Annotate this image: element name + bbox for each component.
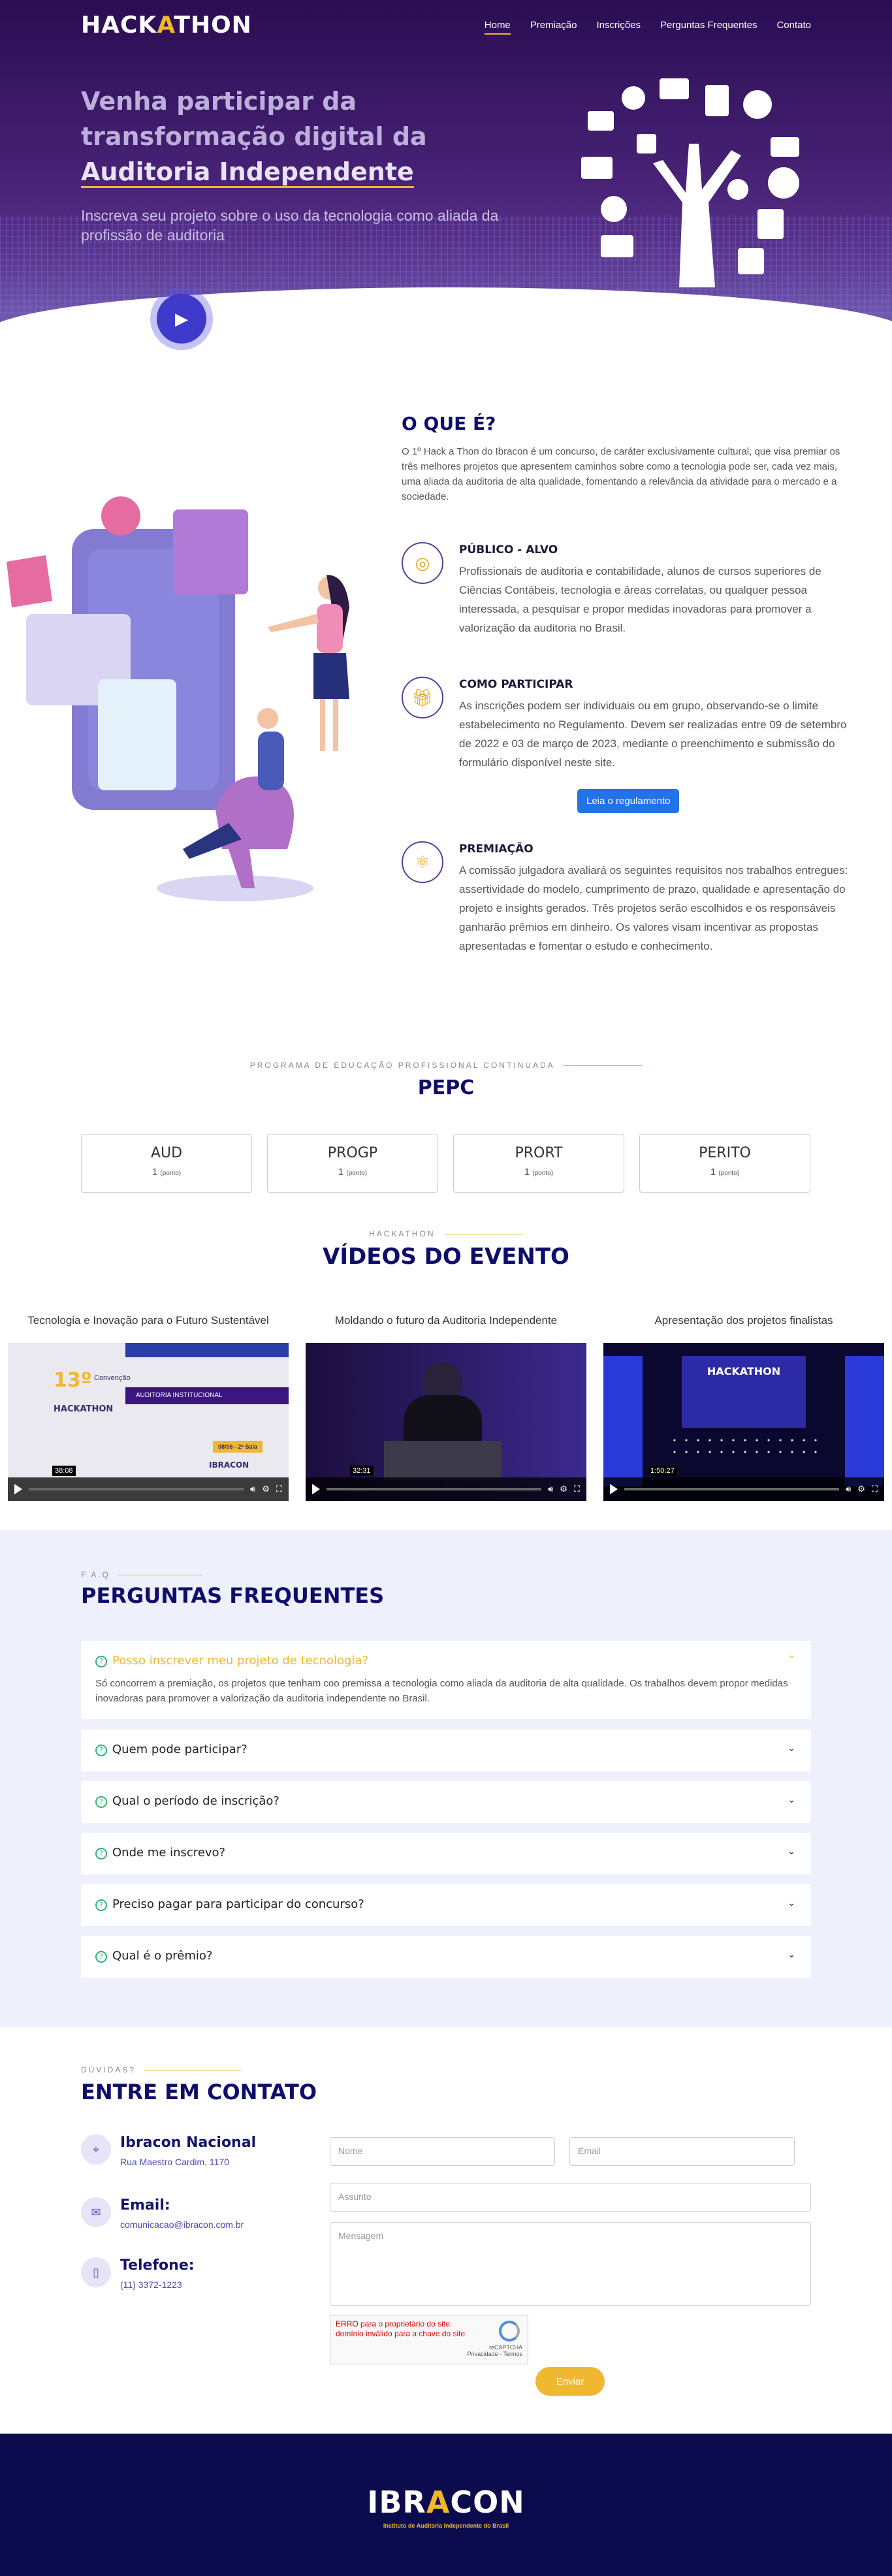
seek-bar[interactable] <box>624 1488 840 1490</box>
question-icon: ? <box>95 1745 107 1756</box>
feature-title: PÚBLICO - ALVO <box>459 543 558 556</box>
send-button[interactable]: Enviar <box>535 2367 605 2396</box>
faq-item-open[interactable]: ? Posso inscrever meu projeto de tecnolog… <box>81 1641 811 1719</box>
video-player[interactable]: 32:31 🔊︎ ⚙ ⛶ <box>306 1343 586 1501</box>
nav-home[interactable]: Home <box>484 20 511 35</box>
faq-item[interactable]: ? Quem pode participar? ⌄ <box>81 1730 811 1771</box>
hero-title: Venha participar da transformação digita… <box>81 84 447 189</box>
faq-item[interactable]: ? Preciso pagar para participar do concur… <box>81 1884 811 1926</box>
volume-icon[interactable]: 🔊︎ <box>846 1484 851 1494</box>
question-icon: ? <box>95 1796 107 1808</box>
read-regulation-button[interactable]: Leia o regulamento <box>577 789 680 813</box>
location-icon: ⌖ <box>81 2134 111 2165</box>
tech-tree-illustration <box>581 78 799 287</box>
video-player[interactable]: 13º Convenção HACKATHON AUDITORIA INSTIT… <box>8 1343 289 1501</box>
footer: IBRACON Instituto de Auditoria Independe… <box>0 2434 892 2576</box>
contact-title: ENTRE EM CONTATO <box>81 2080 317 2104</box>
play-icon[interactable] <box>610 1484 618 1494</box>
about-title: O QUE É? <box>402 413 496 434</box>
volume-icon[interactable]: 🔊︎ <box>250 1484 255 1494</box>
top-navigation: HACKATHON Home Premiação Inscrições Perg… <box>0 0 892 52</box>
captcha-error: ERRO para o proprietário do site: domíni… <box>336 2319 466 2338</box>
message-field[interactable]: Mensagem <box>330 2222 811 2306</box>
question-icon: ? <box>95 1656 107 1667</box>
faq-answer: Só concorrem a premiação, os projetos qu… <box>95 1678 788 1704</box>
fullscreen-icon[interactable]: ⛶ <box>276 1484 282 1494</box>
seek-bar[interactable] <box>29 1488 244 1490</box>
pepc-eyebrow: PROGRAMA DE EDUCAÇÃO PROFISSIONAL CONTIN… <box>0 1061 892 1070</box>
settings-icon[interactable]: ⚙ <box>857 1484 865 1494</box>
about-illustration <box>7 496 349 901</box>
name-field[interactable]: Nome <box>330 2137 555 2166</box>
feature-text: As inscrições podem ser individuais ou e… <box>459 700 847 769</box>
feature-como-participar: 🎁︎ COMO PARTICIPAR As inscrições podem s… <box>402 677 859 820</box>
chevron-up-icon[interactable]: ⌃ <box>788 1654 795 1665</box>
feature-publico-alvo: ◎ PÚBLICO - ALVO Profissionais de audito… <box>402 542 859 647</box>
play-icon[interactable] <box>312 1484 320 1494</box>
video-controls: 32:31 🔊︎ ⚙ ⛶ <box>306 1466 586 1501</box>
hackathon-logo[interactable]: HACKATHON <box>81 12 252 39</box>
video-controls: 1:50:27 🔊︎ ⚙ ⛶ <box>603 1466 884 1501</box>
pepc-card-prort: PRORT 1 (ponto) <box>453 1134 624 1193</box>
videos-eyebrow: HACKATHON <box>0 1229 892 1238</box>
subject-field[interactable]: Assunto <box>330 2183 811 2212</box>
pepc-title: PEPC <box>417 1076 475 1099</box>
question-icon: ? <box>95 1899 107 1911</box>
chevron-down-icon[interactable]: ⌄ <box>788 1794 795 1805</box>
feature-text: Profissionais de auditoria e contabilida… <box>459 565 821 634</box>
recaptcha-widget[interactable]: ERRO para o proprietário do site: domíni… <box>330 2315 528 2364</box>
nav-faq[interactable]: Perguntas Frequentes <box>660 20 757 31</box>
gift-icon: 🎁︎ <box>402 677 443 718</box>
chevron-down-icon[interactable]: ⌄ <box>788 1949 795 1960</box>
chevron-down-icon[interactable]: ⌄ <box>788 1846 795 1857</box>
faq-item[interactable]: ? Onde me inscrevo? ⌄ <box>81 1833 811 1875</box>
chevron-down-icon[interactable]: ⌄ <box>788 1743 795 1754</box>
atom-icon: ⚛ <box>402 841 443 883</box>
contact-eyebrow: DÚVIDAS? <box>81 2065 242 2074</box>
settings-icon[interactable]: ⚙ <box>560 1484 567 1494</box>
video-title: Tecnologia e Inovação para o Futuro Sust… <box>27 1314 269 1327</box>
recaptcha-icon <box>499 2321 520 2342</box>
hero-subtitle: Inscreva seu projeto sobre o uso da tecn… <box>81 207 499 244</box>
pepc-card-progp: PROGP 1 (ponto) <box>267 1134 438 1193</box>
question-icon: ? <box>95 1951 107 1963</box>
chevron-down-icon[interactable]: ⌄ <box>788 1897 795 1908</box>
phone-icon: ▯ <box>81 2257 111 2287</box>
faq-eyebrow: F.A.Q <box>81 1570 204 1579</box>
videos-title: VÍDEOS DO EVENTO <box>323 1244 569 1270</box>
video-title: Moldando o futuro da Auditoria Independe… <box>334 1314 558 1327</box>
mail-icon: ✉ <box>81 2197 111 2227</box>
feature-title: PREMIAÇÃO <box>459 843 534 856</box>
nav-inscricoes[interactable]: Inscrições <box>596 20 641 31</box>
fullscreen-icon[interactable]: ⛶ <box>574 1484 580 1494</box>
hero-section: Venha participar da transformação digita… <box>0 0 892 353</box>
video-controls: 38:08 🔊︎ ⚙ ⛶ <box>8 1466 289 1501</box>
pepc-card-aud: AUD 1 (ponto) <box>81 1134 252 1193</box>
about-text: O 1º Hack a Thon do Ibracon é um concurs… <box>402 446 840 502</box>
feature-premiacao: ⚛ PREMIAÇÃO A comissão julgadora avaliar… <box>402 841 859 991</box>
feature-text: A comissão julgadora avaliará os seguint… <box>459 864 848 952</box>
faq-title: PERGUNTAS FREQUENTES <box>81 1583 385 1608</box>
hero-play-button[interactable]: ▶ <box>157 294 206 344</box>
fullscreen-icon[interactable]: ⛶ <box>872 1484 878 1494</box>
faq-section: F.A.Q PERGUNTAS FREQUENTES ? Posso inscre… <box>0 1530 892 2027</box>
seek-bar[interactable] <box>327 1488 542 1490</box>
question-icon: ? <box>95 1848 107 1860</box>
ibracon-logo[interactable]: IBRACON <box>0 2485 892 2520</box>
email-field[interactable]: Email <box>569 2137 795 2166</box>
pepc-card-perito: PERITO 1 (ponto) <box>639 1134 810 1193</box>
video-title: Apresentação dos projetos finalistas <box>654 1314 833 1327</box>
footer-tagline: Instituto de Auditoria Independente do B… <box>383 2522 509 2529</box>
feature-title: COMO PARTICIPAR <box>459 678 573 691</box>
video-player[interactable]: HACKATHON 1:50:27 🔊︎ ⚙ ⛶ <box>603 1343 884 1501</box>
settings-icon[interactable]: ⚙ <box>262 1484 270 1494</box>
nav-contato[interactable]: Contato <box>776 20 811 31</box>
nav-premiacao[interactable]: Premiação <box>530 20 577 31</box>
volume-icon[interactable]: 🔊︎ <box>548 1484 553 1494</box>
fingerprint-icon: ◎ <box>402 542 443 584</box>
faq-item[interactable]: ? Qual é o prêmio? ⌄ <box>81 1936 811 1978</box>
email-link[interactable]: comunicacao@ibracon.com.br <box>120 2219 244 2230</box>
faq-item[interactable]: ? Qual o período de inscrição? ⌄ <box>81 1781 811 1823</box>
play-icon[interactable] <box>14 1484 22 1494</box>
